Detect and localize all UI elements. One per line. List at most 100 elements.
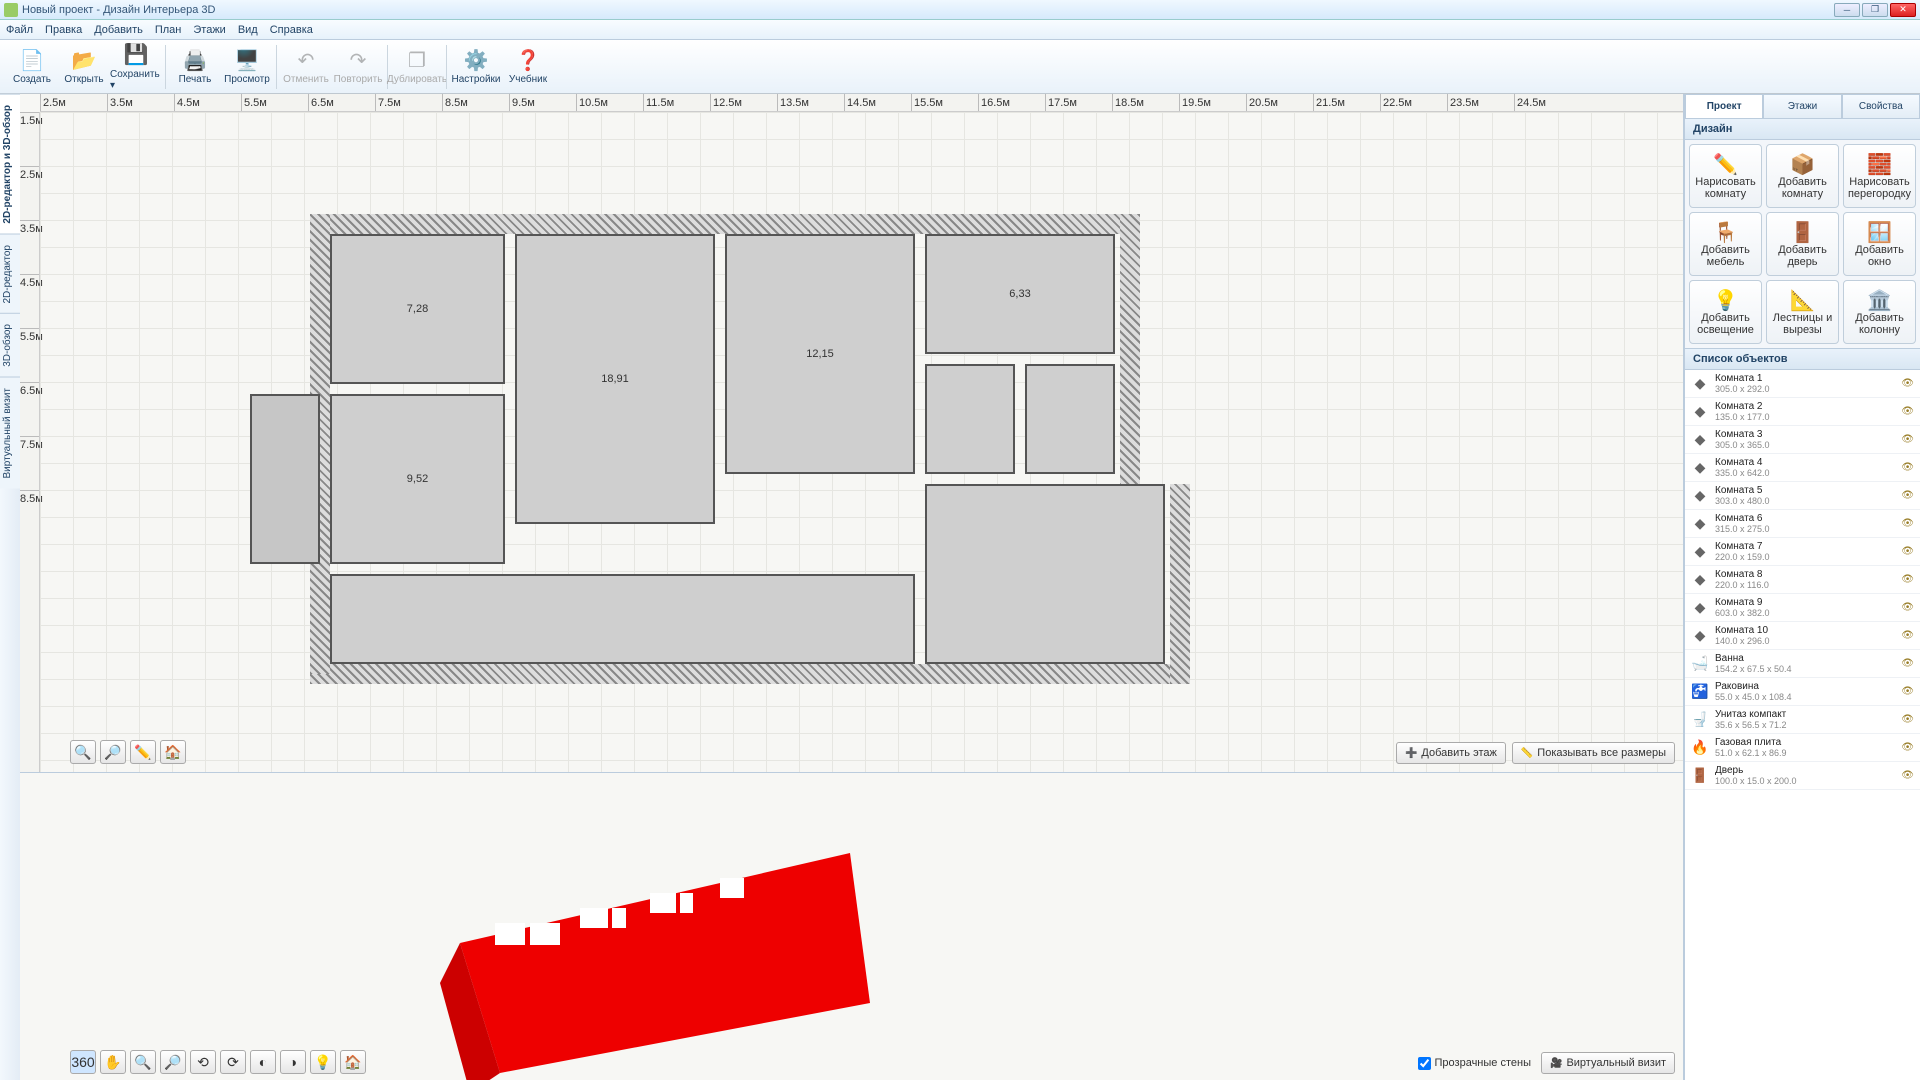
visibility-icon[interactable]: 👁 — [1901, 434, 1914, 445]
room-1[interactable]: 7,28 — [330, 234, 505, 384]
home-icon[interactable]: 🏠 — [160, 740, 186, 764]
object-item[interactable]: ◆Комната 1305.0 x 292.0👁 — [1685, 370, 1920, 398]
object-item[interactable]: 🔥Газовая плита51.0 x 62.1 x 86.9👁 — [1685, 734, 1920, 762]
object-item[interactable]: 🚰Раковина55.0 x 45.0 x 108.4👁 — [1685, 678, 1920, 706]
zoom-in-icon[interactable]: 🔎 — [100, 740, 126, 764]
room-2[interactable]: 18,91 — [515, 234, 715, 524]
toolbar-Сохранить[interactable]: 💾Сохранить ▾ — [110, 42, 162, 92]
room-4[interactable]: 6,33 — [925, 234, 1115, 354]
object-item[interactable]: ◆Комната 8220.0 x 116.0👁 — [1685, 566, 1920, 594]
visibility-icon[interactable]: 👁 — [1901, 602, 1914, 613]
toolbar-Просмотр[interactable]: 🖥️Просмотр — [221, 42, 273, 92]
visibility-icon[interactable]: 👁 — [1901, 490, 1914, 501]
visibility-icon[interactable]: 👁 — [1901, 714, 1914, 725]
visibility-icon[interactable]: 👁 — [1901, 770, 1914, 781]
toolbar-Учебник[interactable]: ❓Учебник — [502, 42, 554, 92]
object-item[interactable]: ◆Комната 10140.0 x 296.0👁 — [1685, 622, 1920, 650]
draw-icon[interactable]: ✏️ — [130, 740, 156, 764]
house-3d-model[interactable] — [440, 823, 870, 1080]
object-item[interactable]: 🚪Дверь100.0 x 15.0 x 200.0👁 — [1685, 762, 1920, 790]
menu-Справка[interactable]: Справка — [270, 24, 313, 36]
design-Добавить окно[interactable]: 🪟Добавить окно — [1843, 212, 1916, 276]
right-tab-Этажи[interactable]: Этажи — [1763, 94, 1841, 118]
room-hall[interactable] — [330, 574, 915, 664]
object-list[interactable]: ◆Комната 1305.0 x 292.0👁◆Комната 2135.0 … — [1685, 370, 1920, 1080]
menu-Вид[interactable]: Вид — [238, 24, 258, 36]
visibility-icon[interactable]: 👁 — [1901, 378, 1914, 389]
room-3[interactable]: 12,15 — [725, 234, 915, 474]
menu-Правка[interactable]: Правка — [45, 24, 82, 36]
light-icon[interactable]: 💡 — [310, 1050, 336, 1074]
room-small[interactable] — [1025, 364, 1115, 474]
show-dimensions-button[interactable]: 📏 Показывать все размеры — [1512, 742, 1675, 764]
visibility-icon[interactable]: 👁 — [1901, 686, 1914, 697]
view-a-icon[interactable]: ◐ — [250, 1050, 276, 1074]
visibility-icon[interactable]: 👁 — [1901, 518, 1914, 529]
right-tab-Свойства[interactable]: Свойства — [1842, 94, 1920, 118]
zoom-in-icon[interactable]: 🔎 — [160, 1050, 186, 1074]
design-tools: ✏️Нарисовать комнату📦Добавить комнату🧱На… — [1685, 140, 1920, 348]
rotate-360-icon[interactable]: 360 — [70, 1050, 96, 1074]
object-item[interactable]: ◆Комната 2135.0 x 177.0👁 — [1685, 398, 1920, 426]
toolbar-Настройки[interactable]: ⚙️Настройки — [450, 42, 502, 92]
left-tab-0[interactable]: 2D-редактор и 3D-обзор — [0, 94, 20, 234]
transparent-walls-checkbox[interactable]: Прозрачные стены — [1418, 1057, 1531, 1070]
menu-Этажи[interactable]: Этажи — [193, 24, 225, 36]
toolbar-Открыть[interactable]: 📂Открыть — [58, 42, 110, 92]
object-item[interactable]: ◆Комната 9603.0 x 382.0👁 — [1685, 594, 1920, 622]
close-button[interactable]: ✕ — [1890, 3, 1916, 17]
object-item[interactable]: ◆Комната 5303.0 x 480.0👁 — [1685, 482, 1920, 510]
view-b-icon[interactable]: ◑ — [280, 1050, 306, 1074]
wall — [310, 664, 1180, 684]
object-item[interactable]: ◆Комната 3305.0 x 365.0👁 — [1685, 426, 1920, 454]
design-Добавить дверь[interactable]: 🚪Добавить дверь — [1766, 212, 1839, 276]
visibility-icon[interactable]: 👁 — [1901, 630, 1914, 641]
wall — [1120, 214, 1140, 494]
zoom-out-icon[interactable]: 🔍 — [70, 740, 96, 764]
virtual-visit-button[interactable]: 🎥 Виртуальный визит — [1541, 1052, 1675, 1074]
visibility-icon[interactable]: 👁 — [1901, 546, 1914, 557]
visibility-icon[interactable]: 👁 — [1901, 462, 1914, 473]
view-3d-area[interactable]: 360 ✋ 🔍 🔎 ⟲ ⟳ ◐ ◑ 💡 🏠 Прозрачные стены 🎥… — [20, 772, 1683, 1080]
object-item[interactable]: 🛁Ванна154.2 x 67.5 x 50.4👁 — [1685, 650, 1920, 678]
room-5[interactable]: 9,52 — [330, 394, 505, 564]
object-item[interactable]: ◆Комната 4335.0 x 642.0👁 — [1685, 454, 1920, 482]
left-tab-1[interactable]: 2D-редактор — [0, 234, 20, 314]
visibility-icon[interactable]: 👁 — [1901, 742, 1914, 753]
home-icon[interactable]: 🏠 — [340, 1050, 366, 1074]
right-tabs: ПроектЭтажиСвойства — [1685, 94, 1920, 118]
visibility-icon[interactable]: 👁 — [1901, 406, 1914, 417]
room-small[interactable] — [925, 364, 1015, 474]
toolbar-Создать[interactable]: 📄Создать — [6, 42, 58, 92]
rotate-left-icon[interactable]: ⟲ — [190, 1050, 216, 1074]
ruler-horizontal: 2.5м3.5м4.5м5.5м6.5м7.5м8.5м9.5м10.5м11.… — [40, 94, 1683, 112]
balcony[interactable] — [250, 394, 320, 564]
visibility-icon[interactable]: 👁 — [1901, 658, 1914, 669]
design-Добавить колонну[interactable]: 🏛️Добавить колонну — [1843, 280, 1916, 344]
left-tab-2[interactable]: 3D-обзор — [0, 313, 20, 377]
pan-icon[interactable]: ✋ — [100, 1050, 126, 1074]
zoom-out-icon[interactable]: 🔍 — [130, 1050, 156, 1074]
plan-2d-area[interactable]: 2.5м3.5м4.5м5.5м6.5м7.5м8.5м9.5м10.5м11.… — [20, 94, 1683, 772]
design-Лестницы и вырезы[interactable]: 📐Лестницы и вырезы — [1766, 280, 1839, 344]
add-floor-button[interactable]: ➕ Добавить этаж — [1396, 742, 1506, 764]
left-tab-3[interactable]: Виртуальный визит — [0, 377, 20, 489]
menu-Добавить[interactable]: Добавить — [94, 24, 143, 36]
visibility-icon[interactable]: 👁 — [1901, 574, 1914, 585]
design-Нарисовать перегородку[interactable]: 🧱Нарисовать перегородку — [1843, 144, 1916, 208]
design-Нарисовать комнату[interactable]: ✏️Нарисовать комнату — [1689, 144, 1762, 208]
right-tab-Проект[interactable]: Проект — [1685, 94, 1763, 118]
rotate-right-icon[interactable]: ⟳ — [220, 1050, 246, 1074]
menu-Файл[interactable]: Файл — [6, 24, 33, 36]
design-Добавить комнату[interactable]: 📦Добавить комнату — [1766, 144, 1839, 208]
maximize-button[interactable]: ❐ — [1862, 3, 1888, 17]
menu-План[interactable]: План — [155, 24, 182, 36]
room-ext[interactable] — [925, 484, 1165, 664]
object-item[interactable]: 🚽Унитаз компакт35.6 x 56.5 x 71.2👁 — [1685, 706, 1920, 734]
design-Добавить освещение[interactable]: 💡Добавить освещение — [1689, 280, 1762, 344]
toolbar-Печать[interactable]: 🖨️Печать — [169, 42, 221, 92]
object-item[interactable]: ◆Комната 7220.0 x 159.0👁 — [1685, 538, 1920, 566]
object-item[interactable]: ◆Комната 6315.0 x 275.0👁 — [1685, 510, 1920, 538]
minimize-button[interactable]: ─ — [1834, 3, 1860, 17]
design-Добавить мебель[interactable]: 🪑Добавить мебель — [1689, 212, 1762, 276]
